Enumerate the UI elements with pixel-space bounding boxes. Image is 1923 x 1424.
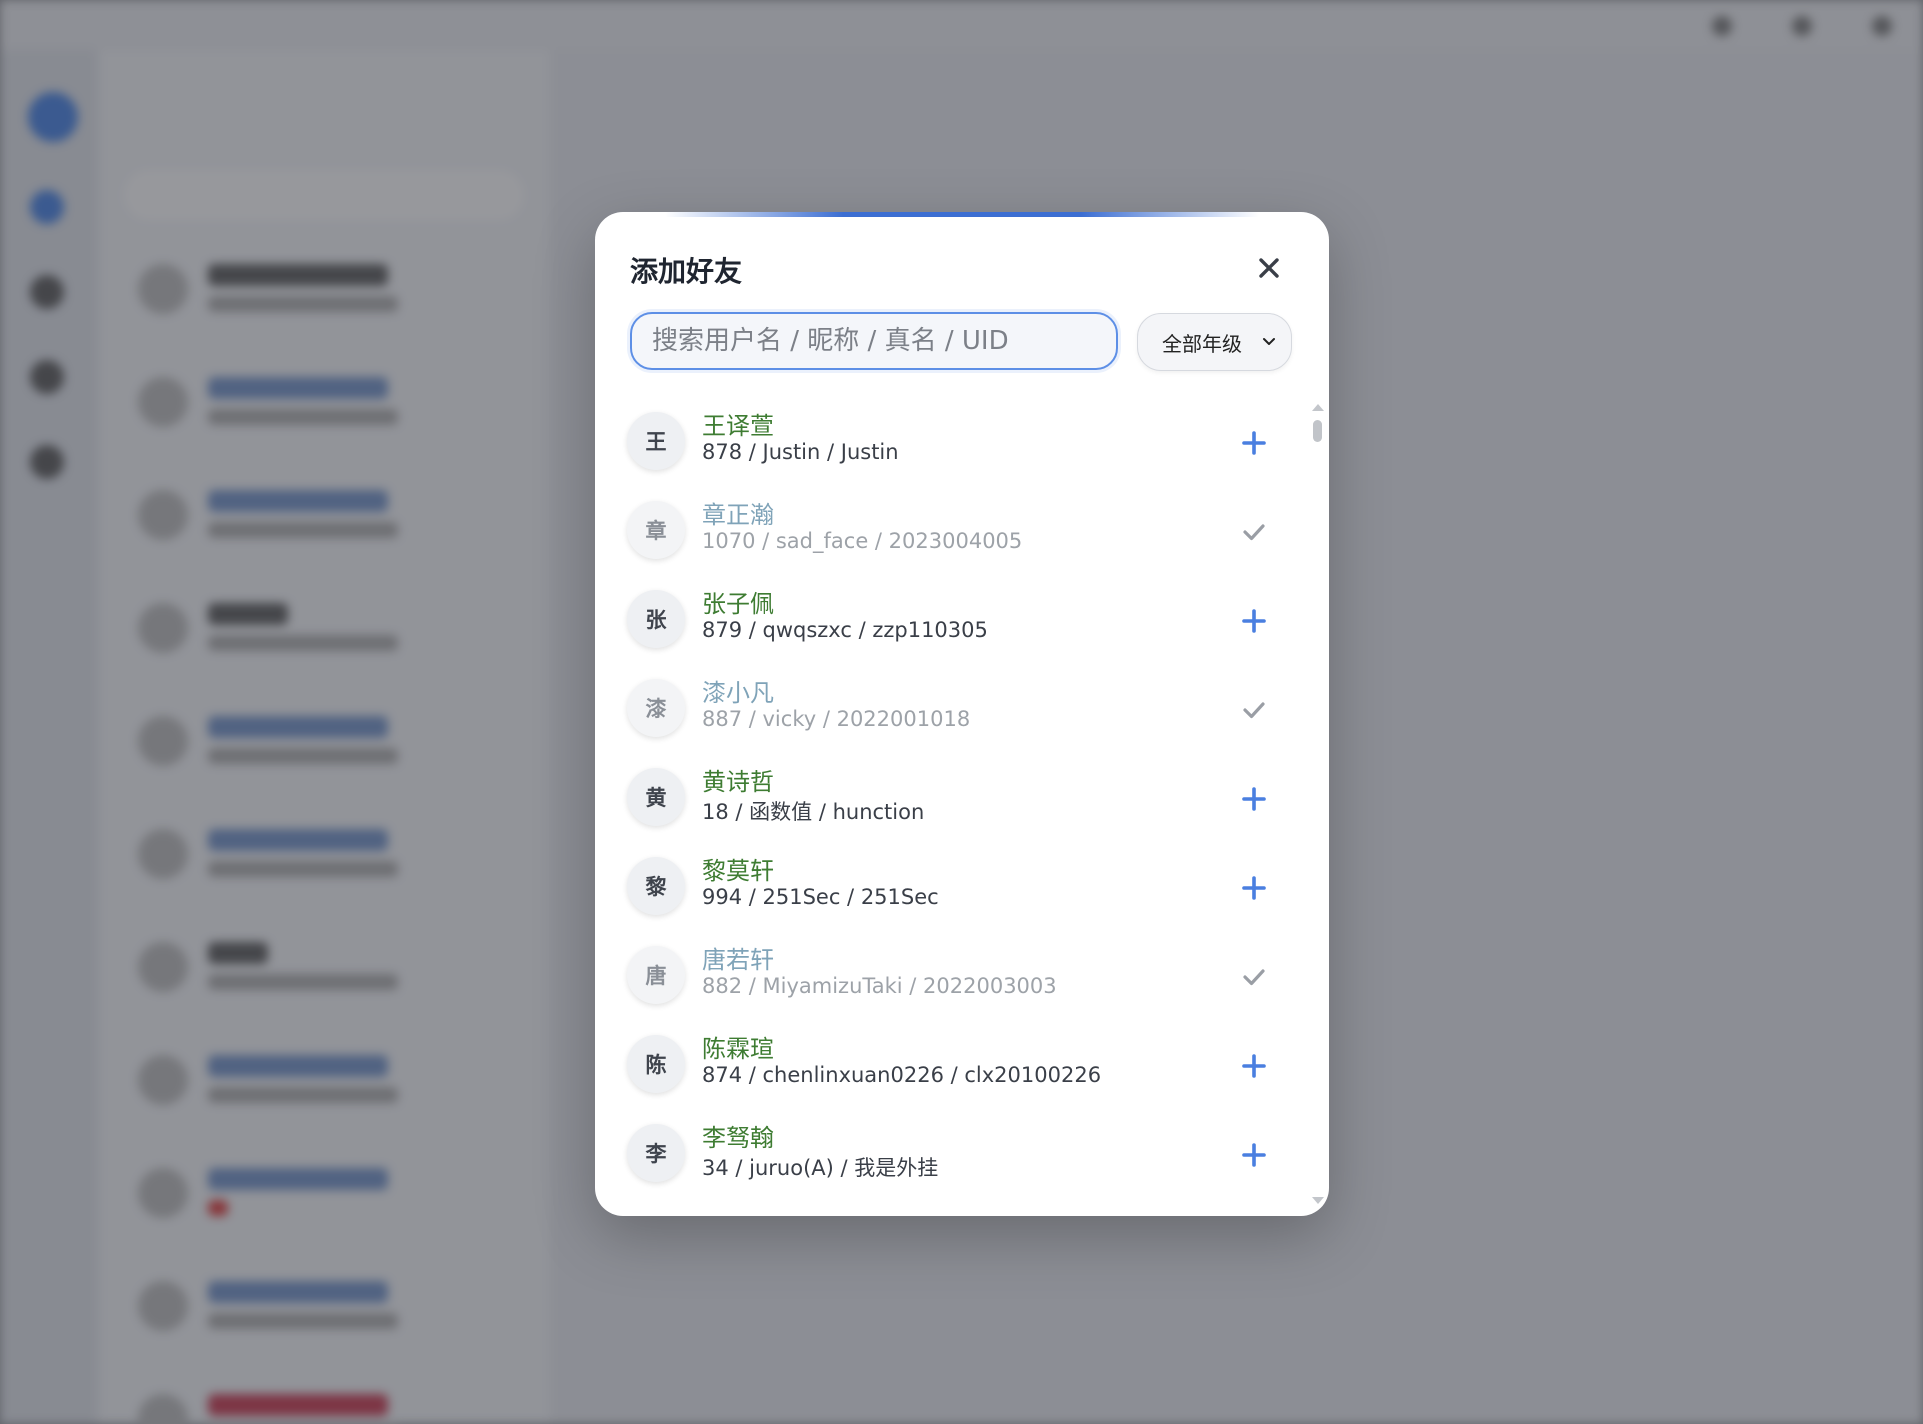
close-icon <box>1259 258 1279 278</box>
add-friend-button[interactable] <box>1235 1047 1273 1085</box>
plus-icon <box>1242 1143 1266 1167</box>
user-name: 黎莫轩 <box>702 857 774 885</box>
user-avatar: 李 <box>627 1124 685 1182</box>
chevron-down-icon <box>1263 338 1275 345</box>
user-meta: 34 / juruo(A) / 我是外挂 <box>702 1156 939 1180</box>
user-avatar: 黎 <box>627 857 685 915</box>
user-search-input[interactable] <box>630 312 1118 370</box>
add-friend-button[interactable] <box>1235 602 1273 640</box>
user-meta: 879 / qwqszxc / zzp110305 <box>702 618 988 642</box>
user-meta: 874 / chenlinxuan0226 / clx20100226 <box>702 1063 1102 1087</box>
user-name: 唐若轩 <box>702 946 774 974</box>
results-scrollbar[interactable] <box>1310 404 1324 1204</box>
user-meta: 994 / 251Sec / 251Sec <box>702 885 939 909</box>
user-avatar: 张 <box>627 590 685 648</box>
grade-filter-select[interactable]: 全部年级 <box>1137 313 1292 371</box>
user-row: 漆漆小凡 887 / vicky / 2022001018 <box>625 667 1285 753</box>
user-avatar: 章 <box>627 501 685 559</box>
grade-filter-value: 全部年级 <box>1162 331 1242 356</box>
scroll-up-arrow[interactable] <box>1312 404 1324 411</box>
user-avatar: 陈 <box>627 1035 685 1093</box>
user-name: 张子佩 <box>702 590 774 618</box>
user-row: 张张子佩 879 / qwqszxc / zzp110305 <box>625 578 1285 664</box>
user-name: 漆小凡 <box>702 679 774 707</box>
user-name: 王译萱 <box>702 412 774 440</box>
check-icon <box>1243 524 1265 541</box>
plus-icon <box>1242 787 1266 811</box>
user-avatar: 黄 <box>627 768 685 826</box>
user-avatar: 王 <box>627 412 685 470</box>
friend-added-indicator <box>1235 513 1273 551</box>
plus-icon <box>1242 876 1266 900</box>
scrollbar-thumb[interactable] <box>1313 420 1322 442</box>
user-name: 黄诗哲 <box>702 768 774 796</box>
user-name: 陈霖瑄 <box>702 1035 774 1063</box>
user-meta: 887 / vicky / 2022001018 <box>702 707 971 731</box>
user-meta: 882 / MiyamizuTaki / 2022003003 <box>702 974 1057 998</box>
friend-added-indicator <box>1235 691 1273 729</box>
add-friend-dialog: 添加好友 全部年级 王王译萱878 / Justin / Justin章章正瀚1… <box>595 212 1329 1216</box>
plus-icon <box>1242 1054 1266 1078</box>
user-meta: 1070 / sad_face / 2023004005 <box>702 529 1023 553</box>
friend-added-indicator <box>1235 958 1273 996</box>
dialog-title: 添加好友 <box>630 255 743 288</box>
user-row: 李李驽翰 34 / juruo(A) / 我是外挂 <box>625 1112 1285 1198</box>
user-search-results: 王王译萱 878 / Justin / Justin 章章正瀚 1070 / sad_… <box>595 400 1329 1216</box>
user-row: 黄黄诗哲 18 / 函数值 / hunction <box>625 756 1285 842</box>
user-row: 唐唐若轩 882 / MiyamizuTaki / 2022003003 <box>625 934 1285 1020</box>
dialog-accent-line <box>665 212 1259 217</box>
user-row: 陈陈霖瑄 874 / chenlinxuan0226 / clx20100226 <box>625 1023 1285 1109</box>
scroll-down-arrow[interactable] <box>1312 1197 1324 1204</box>
check-icon <box>1243 702 1265 719</box>
user-row: 王王译萱 878 / Justin / Justin <box>625 400 1285 486</box>
add-friend-button[interactable] <box>1235 780 1273 818</box>
close-button[interactable] <box>1251 250 1287 286</box>
plus-icon <box>1242 609 1266 633</box>
user-avatar: 漆 <box>627 679 685 737</box>
check-icon <box>1243 969 1265 986</box>
user-row: 章章正瀚 1070 / sad_face / 2023004005 <box>625 489 1285 575</box>
add-friend-button[interactable] <box>1235 424 1273 462</box>
user-avatar: 唐 <box>627 946 685 1004</box>
user-meta: 18 / 函数值 / hunction <box>702 800 925 824</box>
user-row: 黎黎莫轩 994 / 251Sec / 251Sec <box>625 845 1285 931</box>
user-name: 李驽翰 <box>702 1124 774 1152</box>
add-friend-button[interactable] <box>1235 1136 1273 1174</box>
user-name: 章正瀚 <box>702 501 774 529</box>
user-meta: 878 / Justin / Justin <box>702 440 899 464</box>
plus-icon <box>1242 431 1266 455</box>
add-friend-button[interactable] <box>1235 869 1273 907</box>
